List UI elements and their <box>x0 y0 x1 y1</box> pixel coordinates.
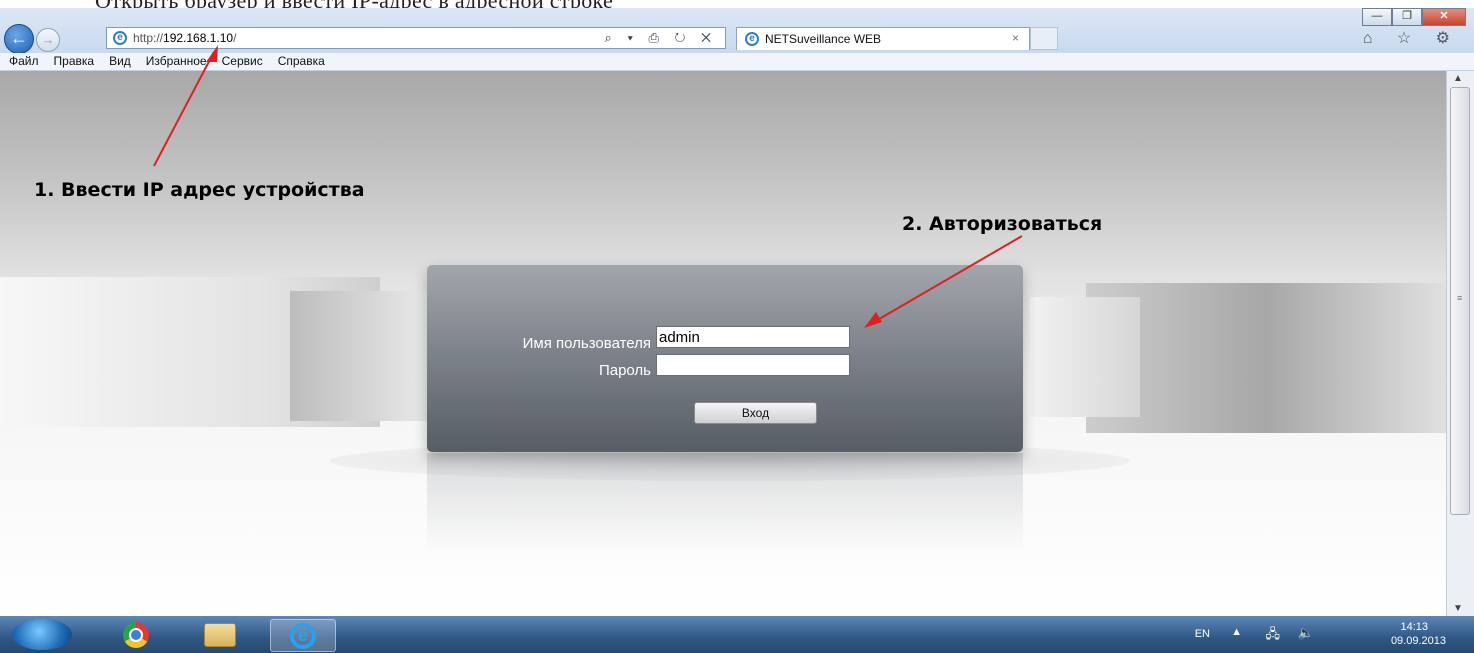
url-prefix: http:// <box>133 31 164 45</box>
volume-icon[interactable]: 🔈 <box>1298 625 1314 641</box>
home-favorites-tools-icons[interactable]: ⌂ ☆ ⚙ <box>1363 28 1460 48</box>
taskbar-explorer[interactable] <box>190 619 250 650</box>
clock-date[interactable]: 09.09.2013 <box>1391 635 1446 647</box>
back-icon[interactable]: ← <box>4 24 34 54</box>
background-wall-right <box>1086 283 1446 433</box>
clock-time[interactable]: 14:13 <box>1400 621 1428 633</box>
forward-icon[interactable]: → <box>36 28 60 52</box>
tab-netsurveillance[interactable]: e NETSuveillance WEB × <box>736 27 1030 50</box>
taskbar-chrome[interactable] <box>106 619 166 650</box>
menu-file[interactable]: Файл <box>9 53 39 70</box>
background-wall-right-inner <box>1030 297 1140 417</box>
login-panel-reflection <box>427 453 1023 553</box>
menu-view[interactable]: Вид <box>109 53 131 70</box>
menu-edit[interactable]: Правка <box>54 53 95 70</box>
browser-chrome: — ❐ ✕ ← → e http://192.168.1.10/ ⌕ ▾ ⎙ ↻… <box>0 8 1474 54</box>
background-wall-left-inner <box>290 291 430 421</box>
navigation-bar: ← → e http://192.168.1.10/ ⌕ ▾ ⎙ ↻ ✕ e N… <box>0 24 1474 54</box>
username-label: Имя пользователя <box>522 335 651 352</box>
annotation-step-2: 2. Авторизоваться <box>902 213 1103 235</box>
login-button[interactable]: Вход <box>694 402 817 424</box>
username-input[interactable] <box>656 326 850 348</box>
vertical-scrollbar[interactable]: ▲ ≡ ▼ <box>1446 71 1474 616</box>
ie-tab-icon: e <box>745 32 759 46</box>
menu-help[interactable]: Справка <box>278 53 325 70</box>
cropped-header: Открыть браузер и ввести IP-адрес в адре… <box>0 0 1474 8</box>
chrome-icon <box>123 621 149 648</box>
menu-tools[interactable]: Сервис <box>222 53 263 70</box>
scroll-up-icon[interactable]: ▲ <box>1453 73 1463 84</box>
address-bar[interactable]: e http://192.168.1.10/ ⌕ ▾ ⎙ ↻ ✕ <box>106 27 726 49</box>
scroll-grip-icon: ≡ <box>1457 293 1463 303</box>
scroll-thumb[interactable]: ≡ <box>1450 87 1470 515</box>
annotation-step-1: 1. Ввести IP адрес устройства <box>34 179 365 201</box>
taskbar-internet-explorer[interactable]: e <box>270 619 336 652</box>
scroll-down-icon[interactable]: ▼ <box>1453 603 1463 614</box>
address-tools[interactable]: ⌕ ▾ ⎙ ↻ ✕ <box>605 30 717 46</box>
taskbar: e EN ▲ 🖧 🔈 14:13 09.09.2013 <box>0 616 1474 653</box>
password-input[interactable] <box>656 354 850 376</box>
tab-title: NETSuveillance WEB <box>765 32 882 46</box>
new-tab-button[interactable] <box>1030 27 1058 50</box>
start-button[interactable] <box>12 619 72 650</box>
login-panel: Имя пользователя Пароль Вход <box>427 265 1023 452</box>
password-label: Пароль <box>598 362 651 379</box>
language-indicator[interactable]: EN <box>1195 628 1210 640</box>
url-text[interactable]: http://192.168.1.10/ <box>133 31 236 45</box>
ie-page-icon: e <box>113 31 127 45</box>
menu-bar: Файл Правка Вид Избранное Сервис Справка <box>0 53 1474 71</box>
folder-icon <box>204 622 236 647</box>
url-suffix: / <box>233 31 237 45</box>
cropped-header-text: Открыть браузер и ввести IP-адрес в адре… <box>95 0 613 8</box>
network-icon[interactable]: 🖧 <box>1266 625 1281 647</box>
show-hidden-icons[interactable]: ▲ <box>1231 626 1242 638</box>
ie-icon: e <box>290 622 316 649</box>
tab-close-icon[interactable]: × <box>1012 31 1019 45</box>
url-host: 192.168.1.10 <box>163 31 234 45</box>
page-content: Имя пользователя Пароль Вход 1. Ввести I… <box>0 71 1446 616</box>
menu-favorites[interactable]: Избранное <box>146 53 207 70</box>
